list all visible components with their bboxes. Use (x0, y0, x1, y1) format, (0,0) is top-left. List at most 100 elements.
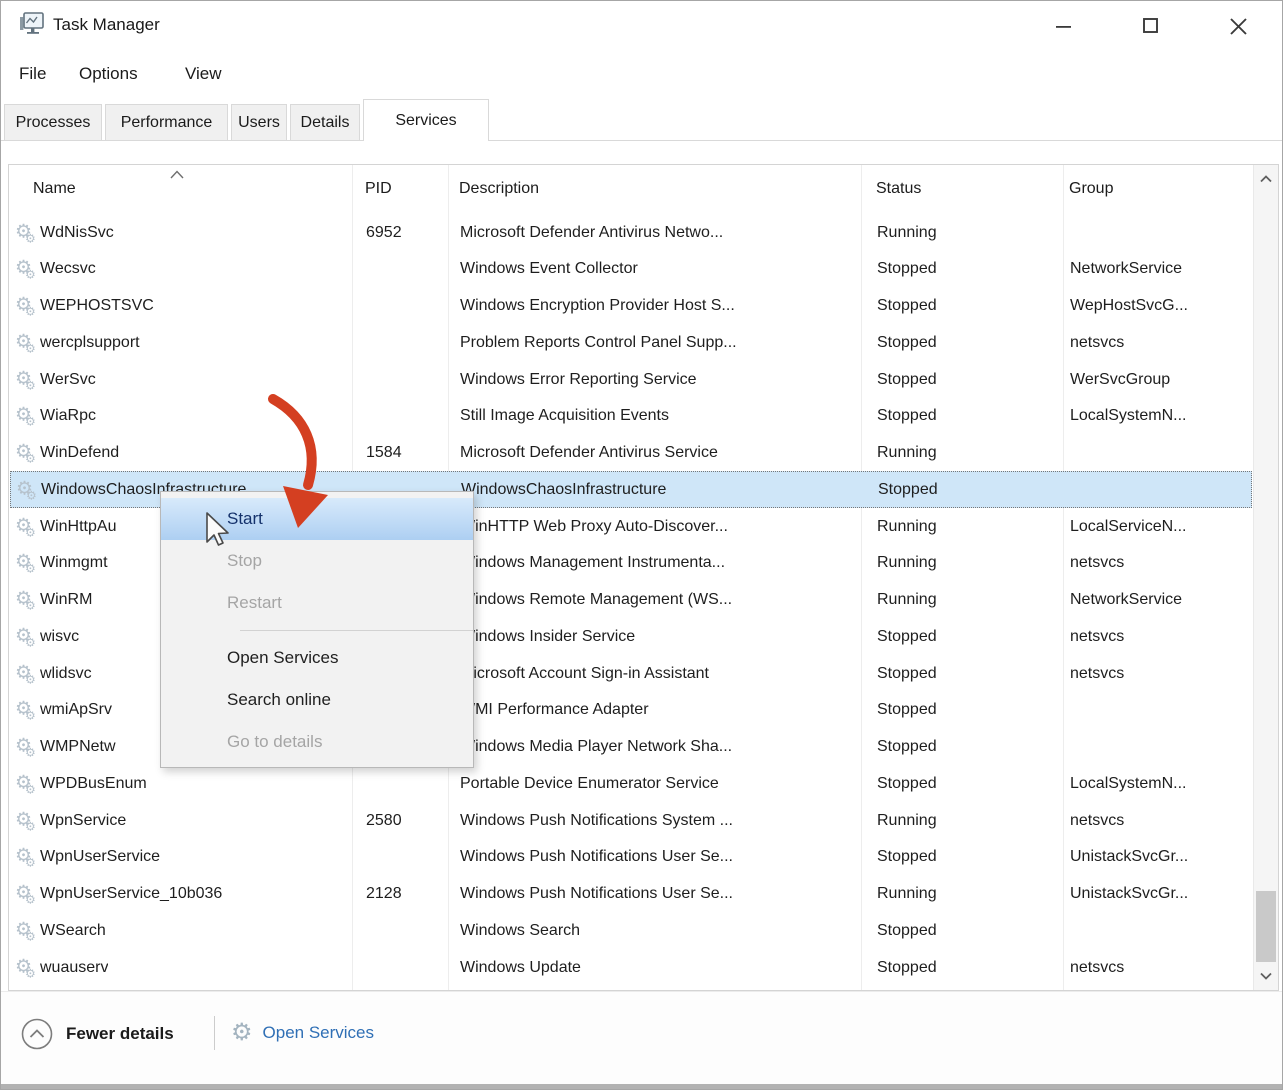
scrollbar-thumb[interactable] (1256, 891, 1276, 965)
service-status-cell: Stopped (877, 922, 937, 940)
open-services-link[interactable]: ⚙ Open Services (231, 1018, 374, 1047)
chevron-up-icon (1260, 175, 1272, 183)
service-gear-icon: ⚙⚙ (15, 553, 43, 574)
service-name-cell: WinHttpAu (40, 518, 116, 536)
column-header-pid[interactable]: PID (365, 180, 392, 198)
service-status-cell: Stopped (877, 371, 937, 389)
service-pid-cell: 2580 (366, 812, 402, 830)
service-status-cell: Stopped (877, 701, 937, 719)
column-header-group[interactable]: Group (1069, 180, 1113, 198)
maximize-button[interactable] (1123, 7, 1179, 45)
service-row-wsearch[interactable]: ⚙⚙WSearchWindows SearchStopped (10, 912, 1252, 949)
service-row-wercplsupport[interactable]: ⚙⚙wercplsupportProblem Reports Control P… (10, 324, 1252, 361)
close-button[interactable] (1210, 7, 1266, 45)
service-row-wpnservice[interactable]: ⚙⚙WpnService2580Windows Push Notificatio… (10, 802, 1252, 839)
menu-bar: File Options View (1, 56, 1282, 94)
service-pid-cell: 1584 (366, 444, 402, 462)
service-description-cell: Windows Search (460, 922, 580, 940)
service-status-cell: Stopped (877, 959, 937, 977)
menubar-item-options[interactable]: Options (75, 62, 142, 86)
service-group-cell: netsvcs (1070, 665, 1124, 683)
service-group-cell: LocalSystemN... (1070, 407, 1186, 425)
service-name-cell: WpnUserService (40, 848, 160, 866)
service-row-wiarpc[interactable]: ⚙⚙WiaRpcStill Image Acquisition EventsSt… (10, 398, 1252, 435)
service-gear-icon: ⚙⚙ (15, 222, 43, 243)
service-status-cell: Stopped (877, 738, 937, 756)
service-row-wpnuserservice[interactable]: ⚙⚙WpnUserService Windows Push Notificatio… (10, 839, 1252, 876)
footer-divider (214, 1016, 215, 1050)
service-gear-icon: ⚙⚙ (15, 663, 43, 684)
service-status-cell: Stopped (877, 260, 937, 278)
service-gear-icon: ⚙⚙ (15, 847, 43, 868)
fewer-details-button[interactable]: Fewer details (21, 1018, 174, 1050)
tab-details[interactable]: Details (290, 104, 360, 141)
service-status-cell: Stopped (877, 628, 937, 646)
service-name-cell: WEPHOSTSVC (40, 297, 154, 315)
service-name-cell: WinRM (40, 591, 92, 609)
column-header-status[interactable]: Status (876, 180, 921, 198)
service-gear-icon: ⚙⚙ (16, 479, 44, 500)
tab-users[interactable]: Users (231, 104, 287, 141)
service-name-cell: WpnService (40, 812, 126, 830)
service-name-cell: WinDefend (40, 444, 119, 462)
service-gear-icon: ⚙⚙ (15, 296, 43, 317)
service-row-wpnuserservice-10b036[interactable]: ⚙⚙WpnUserService_10b0362128Windows Push … (10, 876, 1252, 913)
context-menu: StartStopRestartOpen ServicesSearch onli… (160, 491, 474, 768)
service-pid-cell: 2128 (366, 885, 402, 903)
service-row-windefend[interactable]: ⚙⚙WinDefend1584Microsoft Defender Antivi… (10, 435, 1252, 472)
service-status-cell: Stopped (877, 407, 937, 425)
service-name-cell: WMPNetw (40, 738, 116, 756)
service-row-wdnissvc[interactable]: ⚙⚙WdNisSvc6952Microsoft Defender Antivir… (10, 214, 1252, 251)
column-header-name[interactable]: Name (33, 180, 76, 198)
service-gear-icon: ⚙⚙ (15, 626, 43, 647)
minimize-button[interactable] (1036, 7, 1092, 45)
menubar-item-view[interactable]: View (181, 62, 226, 86)
context-menu-item-open-services[interactable]: Open Services (161, 637, 473, 679)
service-row-wecsvc[interactable]: ⚙⚙WecsvcWindows Event CollectorStoppedNe… (10, 251, 1252, 288)
service-status-cell: Running (877, 518, 937, 536)
service-status-cell: Running (877, 591, 937, 609)
service-row-wpdbusenum[interactable]: ⚙⚙WPDBusEnumPortable Device Enumerator S… (10, 765, 1252, 802)
tab-processes[interactable]: Processes (4, 104, 102, 141)
scroll-up-button[interactable] (1254, 165, 1278, 193)
service-row-wersvc[interactable]: ⚙⚙WerSvcWindows Error Reporting ServiceS… (10, 361, 1252, 398)
service-status-cell: Running (877, 885, 937, 903)
service-row-wuauserv[interactable]: ⚙⚙wuauservWindows UpdateStoppednetsvcs (10, 949, 1252, 986)
tab-services[interactable]: Services (363, 99, 489, 141)
context-menu-item-start[interactable]: Start (161, 498, 473, 540)
service-group-cell: netsvcs (1070, 812, 1124, 830)
vertical-scrollbar[interactable] (1253, 165, 1278, 990)
service-group-cell: netsvcs (1070, 554, 1124, 572)
service-description-cell: Windows Push Notifications User Se... (460, 848, 733, 866)
service-row-wephostsvc[interactable]: ⚙⚙WEPHOSTSVCWindows Encryption Provider … (10, 288, 1252, 325)
open-services-label: Open Services (263, 1023, 375, 1043)
service-status-cell: Stopped (877, 297, 937, 315)
service-name-cell: wmiApSrv (40, 701, 112, 719)
service-group-cell: LocalServiceN... (1070, 518, 1187, 536)
context-menu-item-search-online[interactable]: Search online (161, 679, 473, 721)
service-gear-icon: ⚙⚙ (15, 259, 43, 280)
service-group-cell: netsvcs (1070, 628, 1124, 646)
service-description-cell: Windows Remote Management (WS... (460, 591, 732, 609)
service-gear-icon: ⚙⚙ (15, 737, 43, 758)
menubar-item-file[interactable]: File (15, 62, 50, 86)
scroll-down-button[interactable] (1254, 962, 1278, 990)
tab-performance[interactable]: Performance (105, 104, 228, 141)
service-status-cell: Running (877, 812, 937, 830)
service-status-cell: Running (877, 554, 937, 572)
service-group-cell: NetworkService (1070, 260, 1182, 278)
service-gear-icon: ⚙⚙ (15, 700, 43, 721)
title-bar: Task Manager (1, 1, 1282, 51)
service-name-cell: WerSvc (40, 371, 96, 389)
context-menu-item-restart: Restart (161, 582, 473, 624)
service-name-cell: WPDBusEnum (40, 775, 147, 793)
column-header-description[interactable]: Description (459, 180, 539, 198)
service-group-cell: UnistackSvcGr... (1070, 885, 1188, 903)
service-group-cell: UnistackSvcGr... (1070, 848, 1188, 866)
footer-bar: Fewer details ⚙ Open Services (1, 991, 1282, 1085)
service-description-cell: Windows Update (460, 959, 581, 977)
service-description-cell: Microsoft Defender Antivirus Service (460, 444, 718, 462)
service-status-cell: Stopped (877, 848, 937, 866)
chevron-down-icon (1260, 972, 1272, 980)
context-menu-item-go-to-details: Go to details (161, 721, 473, 763)
